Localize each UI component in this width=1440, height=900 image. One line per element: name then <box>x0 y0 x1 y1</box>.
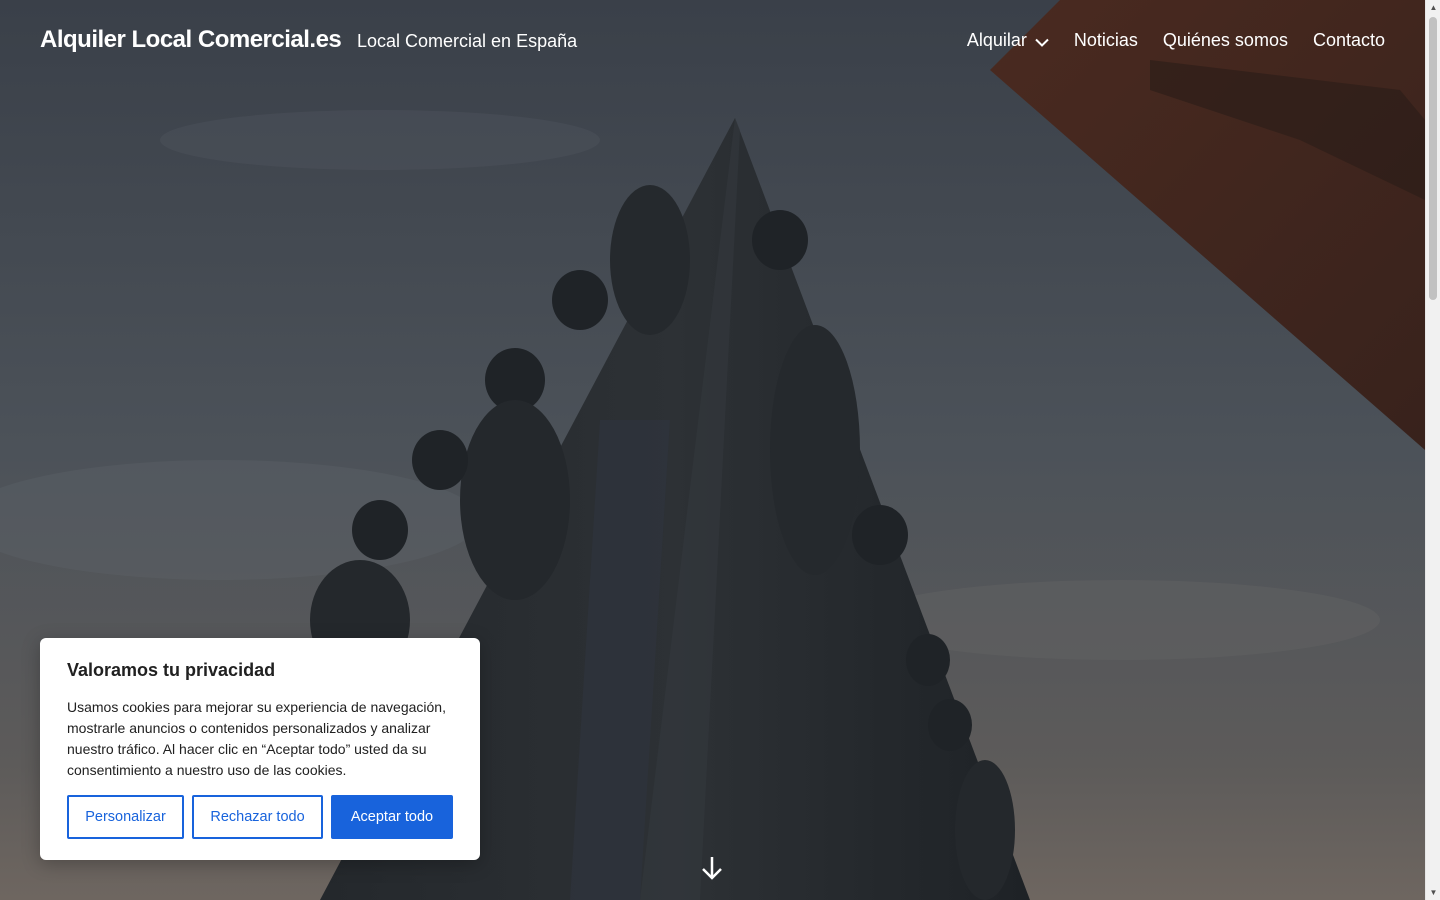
cookie-banner-title: Valoramos tu privacidad <box>67 660 276 680</box>
scrollbar-thumb[interactable] <box>1429 17 1437 300</box>
cookie-banner-text: Usamos cookies para mejorar su experienc… <box>67 699 446 778</box>
nav-item-label: Alquilar <box>966 30 1027 50</box>
site-tagline: Local Comercial en España <box>357 31 578 51</box>
site-header: Alquiler Local Comercial.es Local Comerc… <box>0 0 1425 80</box>
nav-item-quienes-somos[interactable]: Quiénes somos <box>1163 30 1288 51</box>
nav-item-contacto[interactable]: Contacto <box>1313 30 1385 51</box>
scroll-up-icon[interactable]: ▲ <box>1426 0 1440 15</box>
chevron-down-icon[interactable] <box>1035 31 1049 52</box>
nav-item-label: Quiénes somos <box>1162 30 1288 50</box>
nav-item-noticias[interactable]: Noticias <box>1074 30 1138 51</box>
arrow-down-icon[interactable] <box>700 855 724 881</box>
scroll-down-icon[interactable]: ▼ <box>1426 885 1440 900</box>
site-title[interactable]: Alquiler Local Comercial.es <box>40 26 342 54</box>
cookie-consent-banner: Valoramos tu privacidad Usamos cookies p… <box>40 638 480 860</box>
cookie-banner-actions: Personalizar Rechazar todo Aceptar todo <box>67 795 453 839</box>
main-nav: Alquilar Noticias Quiénes somos Contacto <box>942 29 1385 52</box>
accept-all-button[interactable]: Aceptar todo <box>331 795 453 839</box>
page-scrollbar[interactable]: ▲ ▼ <box>1425 0 1440 900</box>
nav-item-label: Noticias <box>1073 30 1138 50</box>
nav-item-label: Contacto <box>1312 30 1385 50</box>
reject-all-button[interactable]: Rechazar todo <box>192 795 323 839</box>
nav-item-alquilar[interactable]: Alquilar <box>967 29 1049 52</box>
customize-button[interactable]: Personalizar <box>67 795 184 839</box>
